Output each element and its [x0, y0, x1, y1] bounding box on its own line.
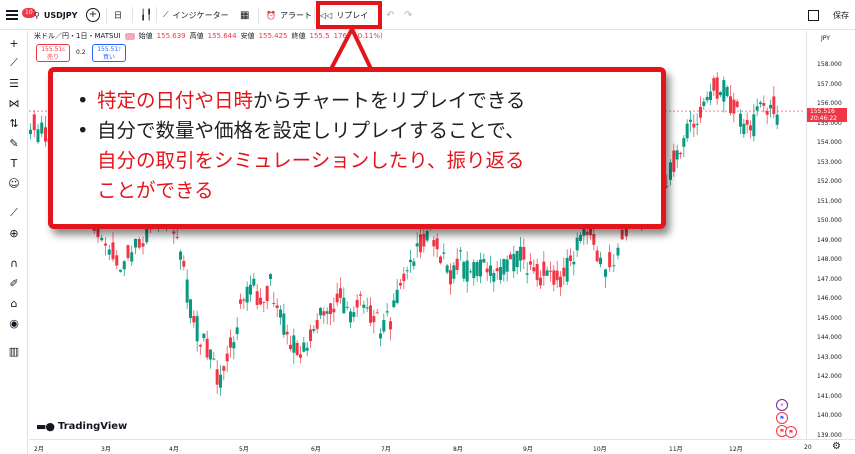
callout-pointer [326, 24, 376, 73]
callout-line-3: 自分の取引をシミュレーションしたり、振り返る [97, 149, 525, 172]
callout-line-1: • 特定の日付や日時からチャートをリプレイできる [77, 86, 645, 116]
callout-line-2: • 自分で数量や価格を設定しリプレイすることで、 [77, 116, 645, 146]
bullet: • [77, 89, 89, 112]
annotation-callout: • 特定の日付や日時からチャートをリプレイできる • 自分で数量や価格を設定しリプレ… [48, 67, 666, 229]
callout-line-4: ことができる [97, 179, 214, 202]
callout-line-1-red: 特定の日付や日時 [97, 89, 254, 112]
bullet: • [77, 119, 89, 142]
callout-line-1-rest: からチャートをリプレイできる [253, 89, 526, 112]
callout-line-2-text: 自分で数量や価格を設定しリプレイすることで、 [97, 119, 525, 142]
replay-highlight-box [316, 1, 382, 29]
tradingview-app: 10 ⚲ USDJPY + 日 ╽╿ ⟋ インジケーター ▦ ⏰ アラート ◁◁… [0, 0, 855, 454]
